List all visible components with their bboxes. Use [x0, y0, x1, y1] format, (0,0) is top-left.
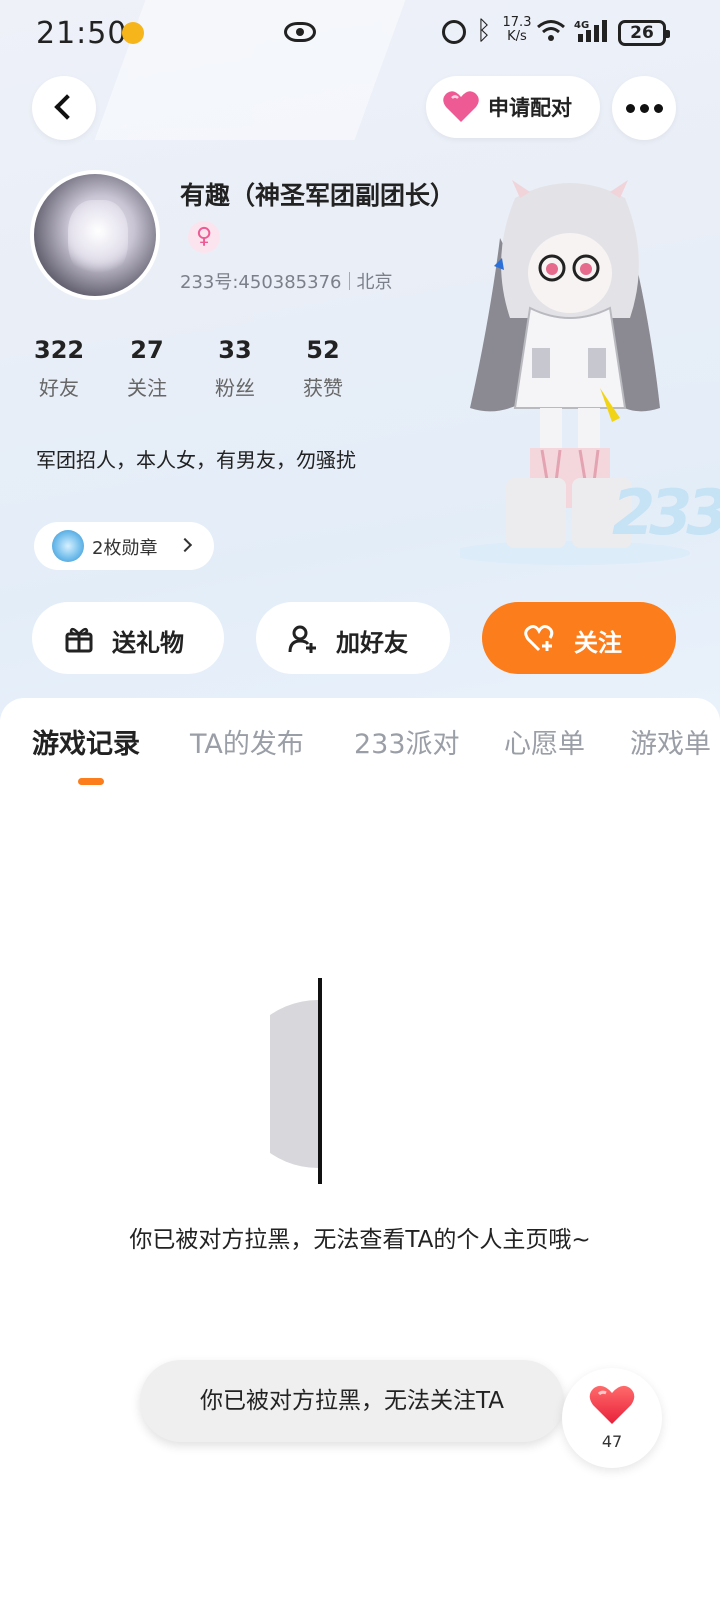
- eye-icon: [284, 22, 316, 42]
- gift-icon: [65, 627, 93, 653]
- network-speed: 17.3 K/s: [500, 16, 534, 44]
- alarm-icon: [442, 20, 466, 44]
- status-time: 21:50: [36, 16, 128, 51]
- more-dots-icon: [626, 104, 635, 113]
- more-options-button[interactable]: [612, 76, 676, 140]
- request-pair-label: 申请配对: [488, 96, 572, 120]
- avatar[interactable]: [30, 170, 160, 300]
- blocked-message: 你已被对方拉黑，无法查看TA的个人主页哦~: [129, 1227, 591, 1253]
- stat-friends[interactable]: 322 好友: [34, 336, 84, 401]
- bluetooth-icon: ᛒ: [476, 16, 492, 46]
- female-gender-icon: ♀: [188, 221, 220, 253]
- medals-label: 2枚勋章: [92, 538, 158, 559]
- tab-wishlist[interactable]: 心愿单: [504, 722, 585, 761]
- cellular-signal-icon: 4G: [574, 20, 607, 42]
- blocked-illustration: [270, 978, 322, 1184]
- tab-233-party[interactable]: 233派对: [354, 722, 460, 761]
- back-button[interactable]: [32, 76, 96, 140]
- medals-button[interactable]: 2枚勋章: [34, 522, 214, 570]
- toast-message: 你已被对方拉黑，无法关注TA: [140, 1360, 564, 1442]
- network-speed-value: 17.3: [502, 15, 532, 30]
- tab-ta-posts[interactable]: TA的发布: [190, 722, 304, 761]
- user-nickname: 有趣（神圣军团副团长） ♀: [180, 176, 455, 256]
- send-gift-label: 送礼物: [112, 629, 184, 657]
- medal-icon: [52, 530, 84, 562]
- user-bio: 军团招人，本人女，有男友，勿骚扰: [36, 448, 356, 472]
- like-count: 47: [601, 1432, 623, 1451]
- user-meta: 233号:450385376 北京: [180, 268, 393, 294]
- user-id: 233号:450385376: [180, 272, 342, 293]
- heart-icon: [589, 1385, 635, 1424]
- follow-button[interactable]: 关注: [482, 602, 676, 674]
- battery-indicator: 26: [618, 20, 670, 46]
- heart-icon: [443, 91, 479, 122]
- platform-233-decoration: 233: [612, 476, 720, 549]
- follow-label: 关注: [574, 629, 622, 657]
- meta-divider: [348, 272, 350, 290]
- stat-likes[interactable]: 52 获赞: [298, 336, 348, 401]
- profile-tabs: 游戏记录 TA的发布 233派对 心愿单 游戏单: [0, 722, 720, 782]
- profile-stats: 322 好友 27 关注 33 粉丝 52 获赞: [34, 336, 374, 408]
- tab-game-records[interactable]: 游戏记录: [32, 722, 140, 761]
- active-tab-indicator: [78, 778, 104, 785]
- tab-game-lists[interactable]: 游戏单: [630, 722, 711, 761]
- status-bar: 21:50 ᛒ 17.3 K/s 4G 26: [0, 0, 720, 68]
- stat-fans[interactable]: 33 粉丝: [210, 336, 260, 401]
- app-notification-icon: [122, 22, 144, 44]
- add-friend-label: 加好友: [336, 629, 408, 657]
- add-user-icon: [288, 625, 316, 653]
- send-gift-button[interactable]: 送礼物: [32, 602, 224, 674]
- network-type: 4G: [574, 20, 589, 31]
- nickname-text: 有趣（神圣军团副团长）: [180, 181, 456, 210]
- like-button[interactable]: 47: [562, 1368, 662, 1468]
- add-friend-button[interactable]: 加好友: [256, 602, 450, 674]
- heart-plus-icon: [524, 625, 554, 652]
- chevron-left-icon: [54, 94, 80, 120]
- user-location: 北京: [356, 272, 393, 293]
- request-pair-button[interactable]: 申请配对: [426, 76, 600, 138]
- chevron-right-icon: [177, 537, 193, 553]
- wifi-icon: [537, 20, 565, 41]
- network-speed-unit: K/s: [507, 29, 527, 44]
- stat-following[interactable]: 27 关注: [122, 336, 172, 401]
